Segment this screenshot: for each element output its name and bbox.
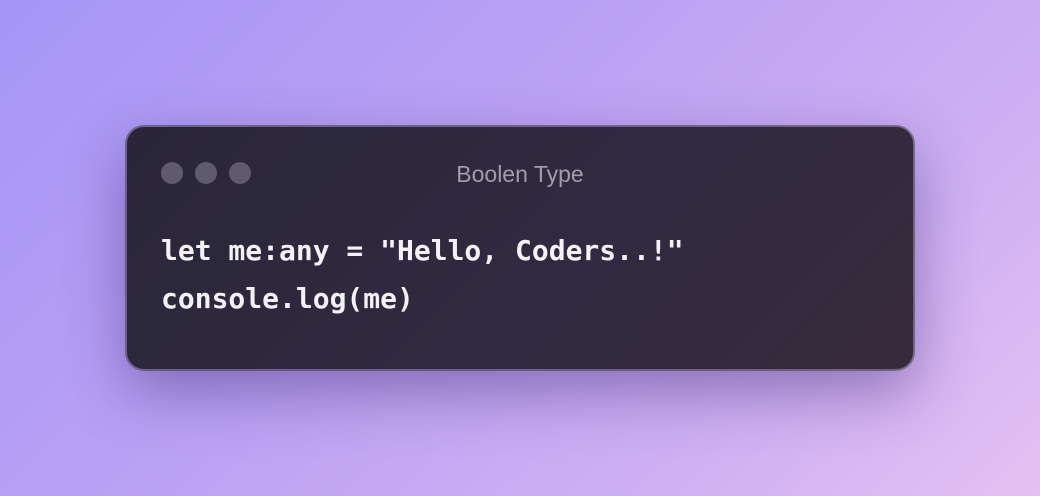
code-block: let me:any = "Hello, Coders..!" console.l… — [161, 227, 684, 323]
code-window: Boolen Type let me:any = "Hello, Coders.… — [126, 126, 914, 370]
code-line-2: console.log(me) — [161, 282, 414, 315]
window-title: Boolen Type — [456, 161, 584, 187]
code-line-1: let me:any = "Hello, Coders..!" — [161, 234, 684, 267]
